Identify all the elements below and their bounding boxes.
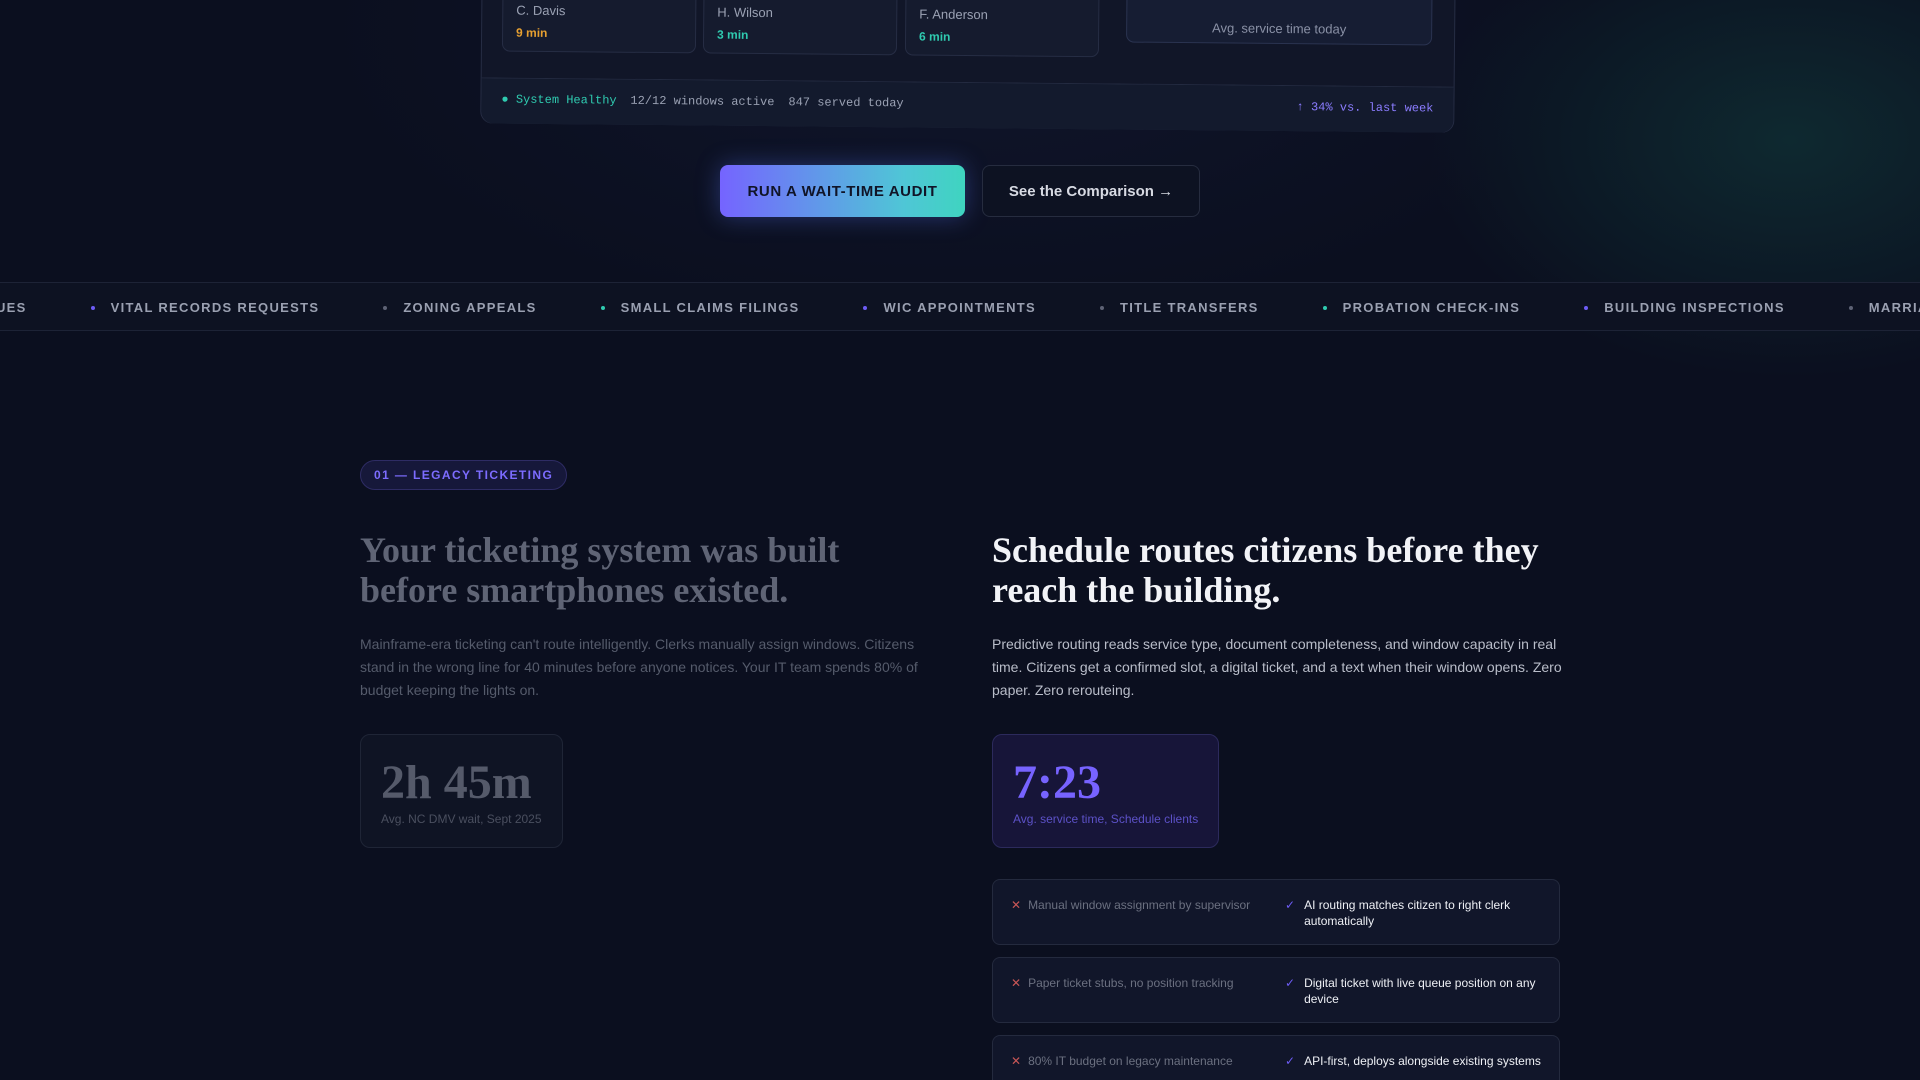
ticker-item: BUILDING INSPECTIONS xyxy=(1584,300,1785,315)
ticker-item-label: SMALL CLAIMS FILINGS xyxy=(620,300,800,315)
check-icon: ✓ xyxy=(1285,1054,1296,1068)
bullet-dot-icon xyxy=(1584,305,1589,310)
bullet-dot-icon xyxy=(383,305,388,310)
dashboard-status-bar: ● System Healthy 12/12 windows active 84… xyxy=(481,77,1454,133)
windows-active: 12/12 windows active xyxy=(630,93,775,110)
run-audit-button[interactable]: RUN A WAIT-TIME AUDIT xyxy=(720,165,965,217)
bullet-dot-icon xyxy=(600,305,605,310)
ticker-item: SMALL CLAIMS FILINGS xyxy=(600,300,800,315)
clerk-wait-time: 3 min xyxy=(717,27,749,42)
ticker-item: EUES xyxy=(0,300,27,315)
schedule-body: Predictive routing reads service type, d… xyxy=(992,636,1562,698)
clerk-card: F. Anderson 6 min xyxy=(904,0,1100,58)
avg-service-label: Avg. service time today xyxy=(1212,20,1347,37)
schedule-stat-caption: Avg. service time, Schedule clients xyxy=(1013,812,1199,826)
clerk-card: C. Davis 9 min xyxy=(501,0,697,54)
bullet-dot-icon xyxy=(1322,305,1327,310)
cross-icon: ✕ xyxy=(1011,1054,1022,1068)
ticker-item-label: PROBATION CHECK-INS xyxy=(1342,300,1521,315)
ticker-item: ZONING APPEALS xyxy=(383,300,536,315)
ticker-item-label: ZONING APPEALS xyxy=(403,300,537,315)
comparison-row: ✕ Manual window assignment by supervisor … xyxy=(992,879,1560,945)
legacy-point: ✕ Manual window assignment by supervisor xyxy=(1011,897,1281,913)
clerk-name: H. Wilson xyxy=(717,4,773,21)
schedule-point-text: AI routing matches citizen to right cler… xyxy=(1304,898,1511,928)
schedule-heading: Schedule routes citizens before they rea… xyxy=(992,530,1539,610)
schedule-point: ✓ API-first, deploys alongside existing s… xyxy=(1285,1053,1550,1069)
legacy-body: Mainframe-era ticketing can't route inte… xyxy=(360,636,918,698)
clerk-wait-time: 9 min xyxy=(516,25,548,40)
ticker-track: EUES VITAL RECORDS REQUESTS ZONING APPEALS… xyxy=(0,300,1920,315)
ticker-item-label: TITLE TRANSFERS xyxy=(1119,300,1259,315)
ticker-item: WIC APPOINTMENTS xyxy=(863,300,1035,315)
ticker-item-label: BUILDING INSPECTIONS xyxy=(1604,300,1785,315)
avg-service-card: Avg. service time today xyxy=(1126,0,1433,46)
cross-icon: ✕ xyxy=(1011,898,1022,912)
check-icon: ✓ xyxy=(1285,976,1296,990)
ticker-item: TITLE TRANSFERS xyxy=(1099,300,1259,315)
clerk-card: H. Wilson 3 min xyxy=(702,0,898,56)
schedule-point-text: API-first, deploys alongside existing sy… xyxy=(1304,1054,1541,1068)
ticker-item-label: MARRIAGE LICENSES xyxy=(1868,300,1920,315)
see-comparison-button[interactable]: See the Comparison → xyxy=(982,165,1200,217)
bullet-dot-icon xyxy=(1099,305,1104,310)
schedule-point: ✓ AI routing matches citizen to right cle… xyxy=(1285,897,1550,929)
legacy-stat-value: 2h 45m xyxy=(381,756,532,809)
legacy-point-text: 80% IT budget on legacy maintenance xyxy=(1028,1054,1233,1068)
legacy-stat-caption: Avg. NC DMV wait, Sept 2025 xyxy=(381,812,542,826)
schedule-stat-card: 7:23 Avg. service time, Schedule clients xyxy=(992,734,1219,848)
ticker-item: PROBATION CHECK-INS xyxy=(1322,300,1521,315)
legacy-point-text: Manual window assignment by supervisor xyxy=(1028,898,1251,912)
clerk-name: C. Davis xyxy=(516,2,566,19)
legacy-point: ✕ 80% IT budget on legacy maintenance xyxy=(1011,1053,1281,1069)
dashboard-preview: C. Davis 9 min H. Wilson 3 min F. Anders… xyxy=(480,0,1456,133)
services-ticker: EUES VITAL RECORDS REQUESTS ZONING APPEALS… xyxy=(0,282,1920,331)
served-today: 847 served today xyxy=(788,95,904,111)
legacy-stat-card: 2h 45m Avg. NC DMV wait, Sept 2025 xyxy=(360,734,563,848)
bullet-dot-icon xyxy=(863,305,868,310)
clerk-name: F. Anderson xyxy=(919,6,989,23)
background-glow xyxy=(0,0,1920,1080)
legacy-point-text: Paper ticket stubs, no position tracking xyxy=(1028,976,1234,990)
bullet-dot-icon xyxy=(90,305,95,310)
clerk-wait-time: 6 min xyxy=(919,29,951,44)
weekly-trend: ↑ 34% vs. last week xyxy=(1296,100,1434,116)
legacy-point: ✕ Paper ticket stubs, no position trackin… xyxy=(1011,975,1281,991)
ticker-item-label: WIC APPOINTMENTS xyxy=(883,300,1036,315)
ticker-item: MARRIAGE LICENSES xyxy=(1848,300,1920,315)
comparison-row: ✕ Paper ticket stubs, no position trackin… xyxy=(992,957,1560,1023)
ticker-item: VITAL RECORDS REQUESTS xyxy=(90,300,320,315)
check-icon: ✓ xyxy=(1285,898,1296,912)
section-pill: 01 — LEGACY TICKETING xyxy=(360,460,568,490)
ticker-item-label: VITAL RECORDS REQUESTS xyxy=(110,300,320,315)
schedule-point-text: Digital ticket with live queue position … xyxy=(1304,976,1536,1006)
ticker-item-label: EUES xyxy=(0,300,27,315)
cross-icon: ✕ xyxy=(1011,976,1022,990)
schedule-point: ✓ Digital ticket with live queue position… xyxy=(1285,975,1550,1007)
bullet-dot-icon xyxy=(1848,305,1853,310)
system-status: ● System Healthy xyxy=(501,92,617,108)
legacy-heading: Your ticketing system was built before s… xyxy=(360,530,840,610)
schedule-stat-value: 7:23 xyxy=(1013,756,1101,809)
comparison-row: ✕ 80% IT budget on legacy maintenance ✓ AP… xyxy=(992,1035,1560,1080)
